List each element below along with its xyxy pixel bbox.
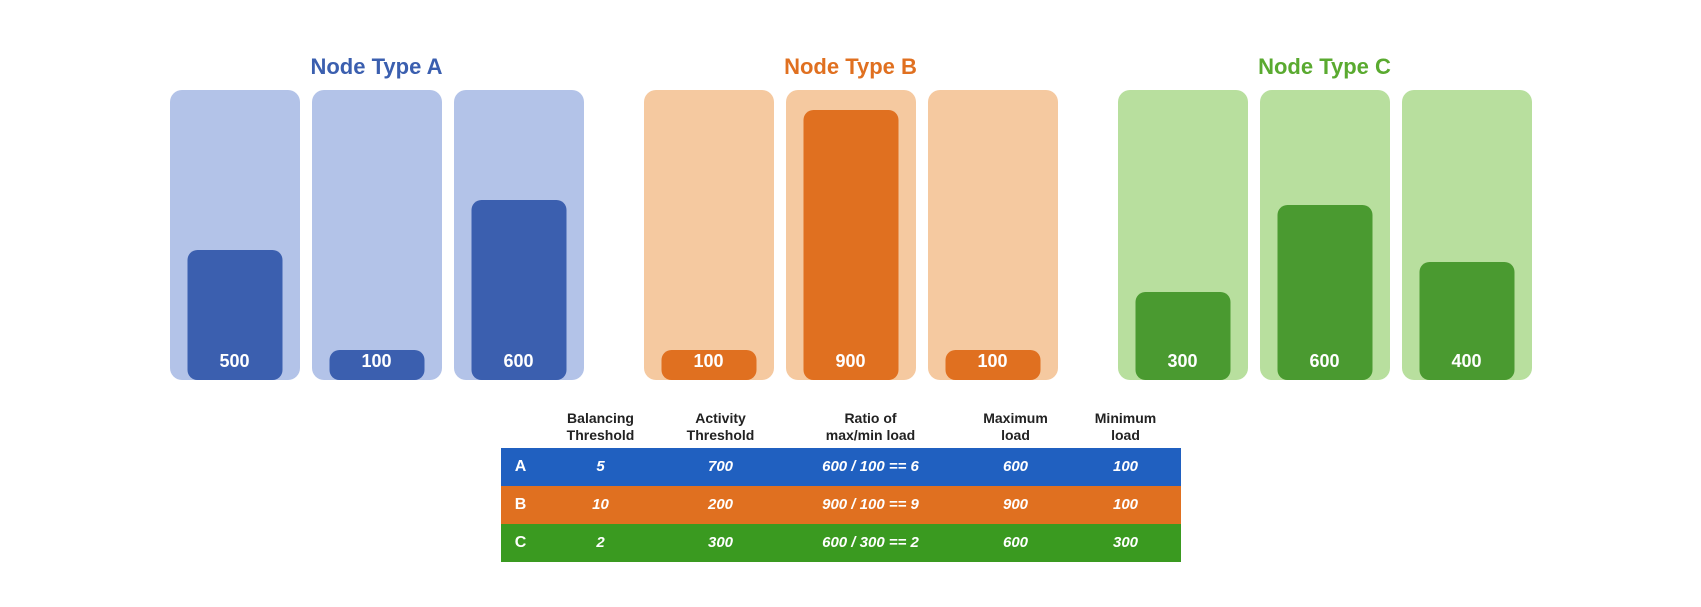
row-label-B: B — [501, 486, 541, 524]
bar-outer-B-2: 100 — [928, 90, 1058, 380]
cell-C-minload: 300 — [1071, 524, 1181, 562]
node-group-B: Node Type B 100 900 100 — [644, 54, 1058, 380]
cell-C-ratio: 600 / 300 == 2 — [781, 524, 961, 562]
row-label-C: C — [501, 524, 541, 562]
cell-B-balancing: 10 — [541, 486, 661, 524]
node-group-title-B: Node Type B — [784, 54, 917, 80]
cell-B-minload: 100 — [1071, 486, 1181, 524]
table-row-B: B10200900 / 100 == 9900100 — [501, 486, 1201, 524]
node-bars-B: 100 900 100 — [644, 90, 1058, 380]
cell-A-balancing: 5 — [541, 448, 661, 486]
bar-inner-B-1: 900 — [803, 110, 898, 380]
bar-value-B-2: 100 — [977, 351, 1007, 372]
cell-C-maxload: 600 — [961, 524, 1071, 562]
bar-outer-B-0: 100 — [644, 90, 774, 380]
bar-outer-A-2: 600 — [454, 90, 584, 380]
table-wrapper: BalancingThreshold ActivityThreshold Rat… — [501, 410, 1201, 562]
bar-value-C-2: 400 — [1451, 351, 1481, 372]
bar-inner-C-2: 400 — [1419, 262, 1514, 380]
bar-value-C-0: 300 — [1167, 351, 1197, 372]
bar-value-C-1: 600 — [1309, 351, 1339, 372]
cell-C-balancing: 2 — [541, 524, 661, 562]
table-header-row: BalancingThreshold ActivityThreshold Rat… — [501, 410, 1201, 448]
bar-value-B-1: 900 — [835, 351, 865, 372]
cell-A-maxload: 600 — [961, 448, 1071, 486]
cell-A-ratio: 600 / 100 == 6 — [781, 448, 961, 486]
col-header-minload: Minimumload — [1071, 410, 1181, 444]
table-area: BalancingThreshold ActivityThreshold Rat… — [0, 410, 1701, 562]
bar-inner-B-2: 100 — [945, 350, 1040, 380]
bar-inner-A-0: 500 — [187, 250, 282, 380]
bar-inner-A-2: 600 — [471, 200, 566, 380]
bar-outer-C-0: 300 — [1118, 90, 1248, 380]
col-header-balancing: BalancingThreshold — [541, 410, 661, 444]
bar-inner-C-0: 300 — [1135, 292, 1230, 380]
cell-A-activity: 700 — [661, 448, 781, 486]
bar-value-A-0: 500 — [219, 351, 249, 372]
col-header-maxload: Maximumload — [961, 410, 1071, 444]
col-header-activity: ActivityThreshold — [661, 410, 781, 444]
table-row-C: C2300600 / 300 == 2600300 — [501, 524, 1201, 562]
cell-A-minload: 100 — [1071, 448, 1181, 486]
node-bars-A: 500 100 600 — [170, 90, 584, 380]
main-container: Node Type A500100600Node Type B100900100… — [0, 0, 1701, 607]
bar-value-A-1: 100 — [361, 351, 391, 372]
node-bars-C: 300 600 400 — [1118, 90, 1532, 380]
node-group-title-A: Node Type A — [310, 54, 442, 80]
bar-outer-A-1: 100 — [312, 90, 442, 380]
cell-B-maxload: 900 — [961, 486, 1071, 524]
node-group-title-C: Node Type C — [1258, 54, 1391, 80]
bar-value-A-2: 600 — [503, 351, 533, 372]
cell-B-ratio: 900 / 100 == 9 — [781, 486, 961, 524]
chart-area: Node Type A500100600Node Type B100900100… — [0, 20, 1701, 380]
bar-outer-C-2: 400 — [1402, 90, 1532, 380]
bar-inner-B-0: 100 — [661, 350, 756, 380]
bar-value-B-0: 100 — [693, 351, 723, 372]
header-spacer — [501, 410, 541, 444]
cell-C-activity: 300 — [661, 524, 781, 562]
table-row-A: A5700600 / 100 == 6600100 — [501, 448, 1201, 486]
bar-outer-A-0: 500 — [170, 90, 300, 380]
cell-B-activity: 200 — [661, 486, 781, 524]
table-data-rows: A5700600 / 100 == 6600100B10200900 / 100… — [501, 448, 1201, 562]
bar-inner-C-1: 600 — [1277, 205, 1372, 380]
node-group-A: Node Type A 500 100 600 — [170, 54, 584, 380]
bar-inner-A-1: 100 — [329, 350, 424, 380]
row-label-A: A — [501, 448, 541, 486]
bar-outer-C-1: 600 — [1260, 90, 1390, 380]
node-group-C: Node Type C 300 600 400 — [1118, 54, 1532, 380]
col-header-ratio: Ratio ofmax/min load — [781, 410, 961, 444]
bar-outer-B-1: 900 — [786, 90, 916, 380]
